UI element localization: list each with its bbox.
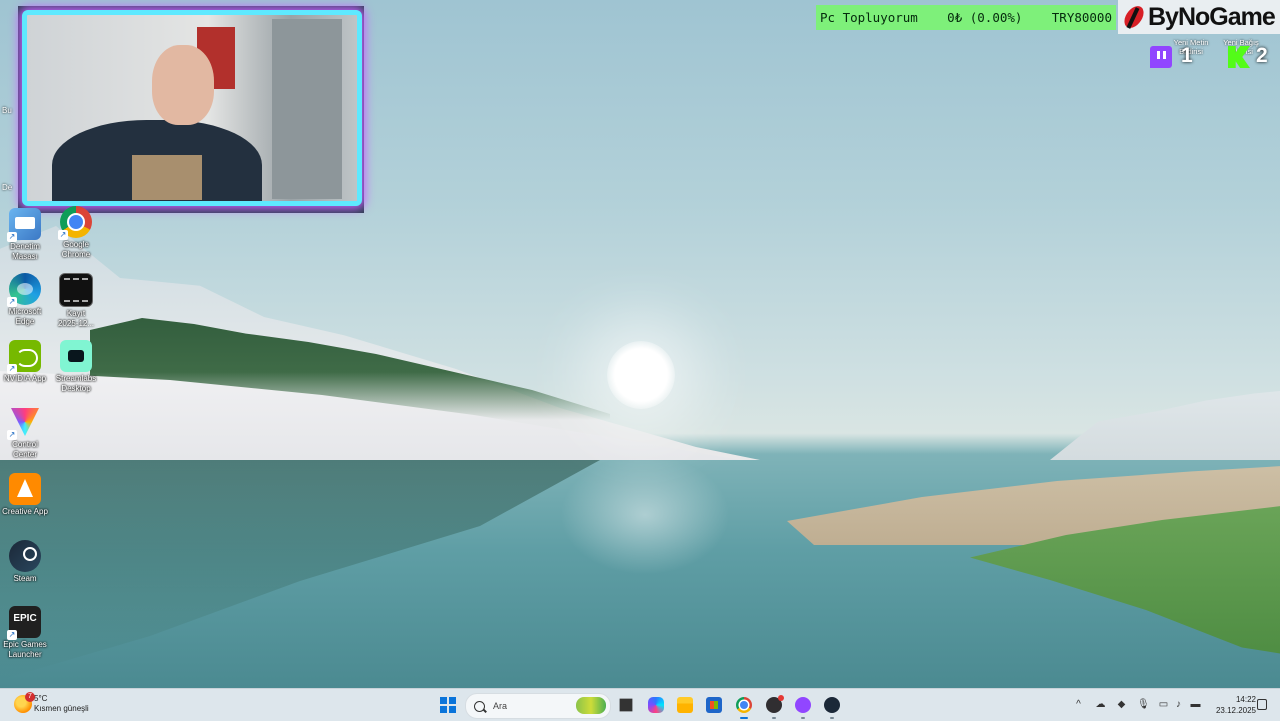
shortcut-arrow-icon: ↗: [58, 230, 68, 240]
desktop-icon-streamlabs[interactable]: Streamlabs Desktop: [49, 340, 103, 394]
start-icon-quadrant: [440, 705, 448, 713]
alert-count-1: 1: [1181, 44, 1193, 67]
donation-goal-progress: 0₺ (0.00%): [947, 10, 1023, 25]
desktop-icon-label: Denetim: [10, 242, 40, 251]
tray-overflow-chevron-icon[interactable]: ^: [1073, 699, 1084, 710]
desktop-icon-epic-games[interactable]: ↗ Epic Games Launcher: [0, 606, 52, 660]
steam-icon: [9, 540, 41, 572]
bynogame-brand-text: ByNoGame: [1148, 2, 1276, 31]
donation-goal-target: TRY80000: [1051, 10, 1112, 25]
donation-goal-bar: Pc Topluyorum 0₺ (0.00%) TRY80000: [816, 5, 1116, 30]
desktop-icon-edge[interactable]: ↗ Microsoft Edge: [0, 273, 52, 327]
weather-text: 5°C Kısmen güneşli: [34, 694, 89, 714]
webcam-overlay: [22, 10, 362, 206]
copilot-button[interactable]: [648, 697, 664, 713]
edge-icon: ↗: [7, 273, 41, 307]
desktop-icon-label: Control: [12, 440, 38, 449]
weather-badge: 7: [25, 692, 35, 702]
partial-desktop-label: De: [2, 183, 13, 192]
streamlabs-icon: [60, 340, 92, 372]
desktop-icon-label: 2025-12...: [57, 319, 95, 328]
steam-taskbar-button[interactable]: [824, 697, 840, 719]
donation-goal-title: Pc Topluyorum: [820, 10, 918, 25]
search-icon: [474, 700, 485, 712]
taskbar: 7 5°C Kısmen güneşli Ara ^ ☁ ◆ 🎙 ▭ ♪ ▬ 1…: [0, 688, 1280, 721]
start-icon-quadrant: [448, 705, 456, 713]
twitch-icon: [1150, 46, 1172, 68]
desktop-icon-control-center[interactable]: ↗ Control Center: [0, 406, 52, 460]
video-file-icon: [59, 273, 93, 307]
control-center-icon: ↗: [7, 406, 41, 440]
wallpaper-sun: [607, 341, 675, 409]
wallpaper-sun-reflection: [560, 455, 730, 575]
weather-condition: Kısmen güneşli: [34, 704, 89, 713]
streamer-shirt-print: [132, 155, 202, 200]
microphone-icon[interactable]: 🎙: [1137, 699, 1150, 710]
desktop-icon-nvidia-app[interactable]: ↗ NVIDIA App: [0, 340, 52, 384]
search-placeholder: Ara: [493, 701, 508, 711]
task-view-button[interactable]: [619, 698, 633, 712]
alert-count-2: 2: [1256, 44, 1268, 67]
desktop-icon-label: Google: [63, 240, 89, 249]
weather-temperature: 5°C: [34, 694, 48, 703]
shortcut-arrow-icon: ↗: [7, 630, 17, 640]
desktop-icon-control-panel[interactable]: ↗ Denetim Masası: [0, 208, 52, 262]
desktop-icon-label: Masası: [12, 252, 38, 261]
desktop-icon-label: Epic Games: [3, 640, 47, 649]
desktop-icon-label: Center: [12, 450, 37, 459]
desktop-icon-steam[interactable]: Steam: [0, 540, 52, 584]
nvidia-icon: ↗: [7, 340, 41, 374]
partial-desktop-label: Bu: [2, 106, 12, 115]
cloud-offline-icon[interactable]: ☁: [1095, 699, 1106, 710]
chrome-icon: ↗: [58, 206, 92, 240]
desktop-icon-label: Desktop: [61, 384, 91, 393]
file-explorer-button[interactable]: [677, 697, 693, 713]
bynogame-logo: ByNoGame: [1118, 0, 1280, 34]
shortcut-arrow-icon: ↗: [7, 430, 17, 440]
partly-sunny-icon: 7: [14, 692, 35, 713]
taskbar-clock[interactable]: 14:22 23.12.2025: [1208, 694, 1256, 716]
desktop-icon-label: Creative App: [2, 507, 48, 516]
epic-games-icon: ↗: [7, 606, 41, 640]
bynogame-mark-icon: [1122, 3, 1148, 31]
taskbar-search-box[interactable]: Ara: [465, 693, 611, 719]
tray-app-icon[interactable]: ◆: [1116, 699, 1127, 710]
network-icon[interactable]: ▭: [1158, 699, 1169, 710]
shortcut-arrow-icon: ↗: [7, 364, 17, 374]
webcam-door: [272, 19, 342, 199]
shortcut-arrow-icon: ↗: [7, 297, 17, 307]
desktop-icon-creative-app[interactable]: Creative App: [0, 473, 52, 517]
chrome-taskbar-button[interactable]: [736, 697, 752, 719]
desktop-icon-label: Kayıt: [66, 309, 86, 318]
desktop-icon-label: Launcher: [8, 650, 42, 659]
clock-time: 14:22: [1235, 695, 1256, 704]
desktop-icon-label: Microsoft: [8, 307, 42, 316]
notification-bell-icon[interactable]: [1257, 699, 1267, 710]
start-button[interactable]: [440, 697, 456, 713]
twitch-taskbar-button[interactable]: [795, 697, 811, 719]
desktop-icon-label: NVIDIA App: [3, 374, 47, 383]
control-panel-icon: ↗: [7, 208, 41, 242]
battery-icon[interactable]: ▬: [1190, 699, 1201, 710]
streamer-head: [152, 45, 214, 125]
start-icon-quadrant: [440, 697, 448, 705]
shortcut-arrow-icon: ↗: [7, 232, 17, 242]
desktop-icon-label: Steam: [13, 574, 37, 583]
desktop-icon-chrome[interactable]: ↗ Google Chrome: [49, 206, 103, 260]
desktop-icon-label: Streamlabs: [55, 374, 97, 383]
desktop-icon-label: Chrome: [61, 250, 91, 259]
weather-widget[interactable]: 7 5°C Kısmen güneşli: [14, 692, 89, 714]
creative-app-icon: [9, 473, 41, 505]
search-highlight-icon: [576, 697, 606, 714]
clock-date: 23.12.2025: [1215, 706, 1256, 715]
microsoft-store-button[interactable]: [706, 697, 722, 713]
volume-icon[interactable]: ♪: [1173, 699, 1184, 710]
start-icon-quadrant: [448, 697, 456, 705]
desktop-icon-recording-file[interactable]: Kayıt 2025-12...: [49, 273, 103, 329]
desktop-icon-label: Edge: [15, 317, 35, 326]
obs-taskbar-button[interactable]: [766, 695, 784, 719]
